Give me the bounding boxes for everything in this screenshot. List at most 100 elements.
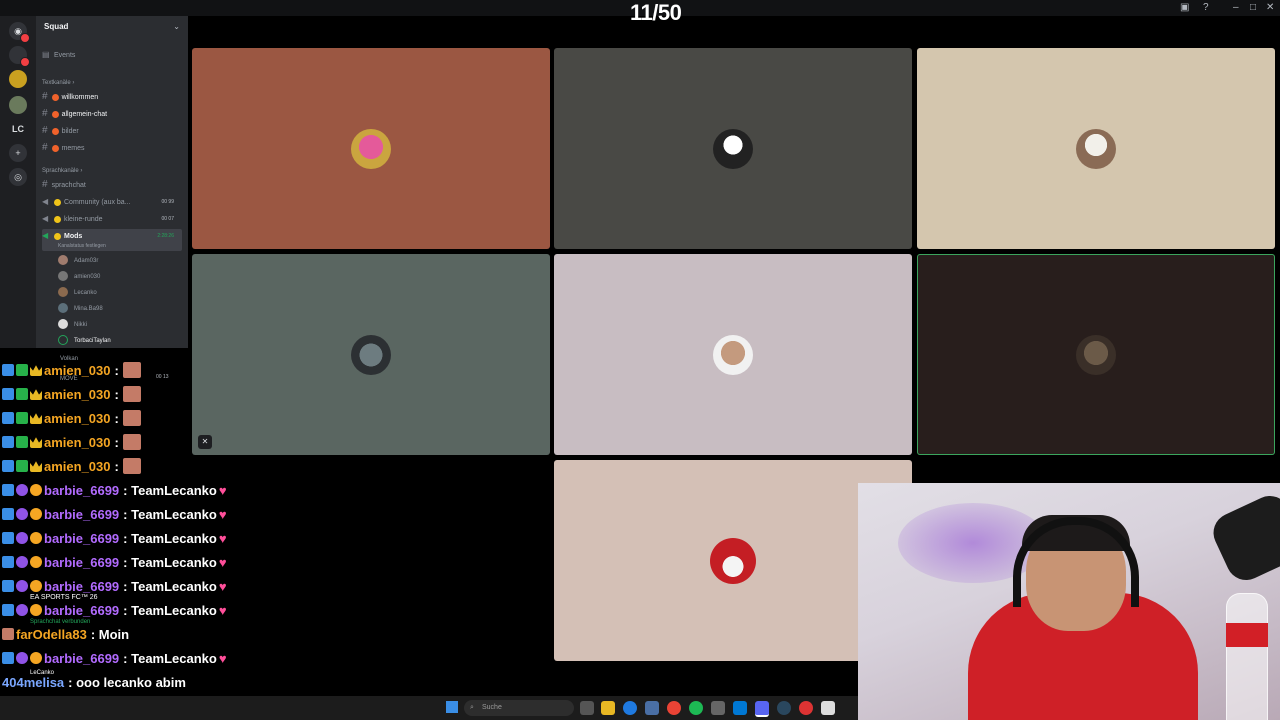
minimize-icon[interactable]: – bbox=[1233, 2, 1239, 13]
server-icon-squad[interactable] bbox=[9, 96, 27, 114]
discord-icon[interactable] bbox=[755, 701, 769, 717]
app-icon[interactable] bbox=[821, 701, 835, 715]
notification-badge bbox=[20, 33, 30, 43]
voice-member[interactable]: Nikki bbox=[58, 318, 87, 332]
screen-share-icon[interactable]: ▣ bbox=[1180, 2, 1189, 13]
app-icon[interactable] bbox=[711, 701, 725, 715]
badge-icon bbox=[30, 652, 42, 664]
taskbar-search[interactable]: ⌕ Suche bbox=[464, 700, 574, 716]
video-tile[interactable]: ✕ bbox=[192, 254, 550, 455]
heart-emote-icon: ♥ bbox=[218, 602, 227, 618]
task-view-icon[interactable] bbox=[580, 701, 594, 715]
channel-sidebar: Squad ⌄ ▤ Events Textkanäle › # willkommen… bbox=[36, 16, 188, 348]
voice-member[interactable]: Lecanko bbox=[58, 286, 97, 300]
voice-channel-community[interactable]: ◀ Community (aux ba... 00 99 bbox=[42, 195, 182, 209]
channel-allgemein-chat[interactable]: # allgemein-chat bbox=[42, 107, 107, 121]
badge-icon bbox=[2, 628, 14, 640]
chat-message: amien_030: bbox=[2, 407, 141, 429]
app-icon[interactable] bbox=[799, 701, 813, 715]
vpn-icon[interactable] bbox=[733, 701, 747, 715]
crown-icon bbox=[30, 461, 42, 472]
chat-username: barbie_6699 bbox=[44, 554, 120, 570]
voice-channel-kleine-runde[interactable]: ◀ kleine-runde 00 07 bbox=[42, 212, 182, 226]
badge-icon bbox=[16, 460, 28, 472]
chat-text: : bbox=[114, 386, 119, 402]
current-user[interactable]: LeCanko bbox=[30, 670, 54, 676]
chat-message: barbie_6699: TeamLecanko♥ bbox=[2, 503, 227, 525]
chat-text: : TeamLecanko bbox=[123, 530, 217, 546]
emote-icon bbox=[122, 386, 141, 402]
chat-message: amien_030: bbox=[2, 383, 141, 405]
badge-icon bbox=[2, 412, 14, 424]
avatar bbox=[58, 271, 68, 282]
video-tile[interactable] bbox=[554, 254, 912, 455]
maximize-icon[interactable]: □ bbox=[1250, 2, 1256, 13]
chat-message: barbie_6699: TeamLecanko♥ bbox=[2, 599, 227, 621]
server-rail: ◉ LC + ◎ bbox=[0, 16, 36, 348]
steam-icon[interactable] bbox=[777, 701, 791, 715]
chevron-down-icon[interactable]: ⌄ bbox=[173, 22, 180, 31]
crown-icon bbox=[30, 365, 42, 376]
speaker-icon: ◀ bbox=[42, 197, 49, 206]
close-icon[interactable]: ✕ bbox=[1266, 2, 1274, 13]
add-server-icon[interactable]: + bbox=[9, 144, 27, 162]
chrome-icon[interactable] bbox=[667, 701, 681, 715]
voice-member[interactable]: TorbaciTaylan bbox=[58, 334, 111, 348]
app-icon[interactable] bbox=[645, 701, 659, 715]
activity-game: EA SPORTS FC™ 26 bbox=[30, 594, 98, 601]
badge-icon bbox=[2, 460, 14, 472]
video-tile[interactable] bbox=[554, 48, 912, 249]
server-icon[interactable] bbox=[9, 46, 30, 67]
chat-text: : TeamLecanko bbox=[123, 602, 217, 618]
chat-text: : bbox=[114, 410, 119, 426]
participant-avatar bbox=[710, 537, 756, 584]
events-item[interactable]: ▤ Events bbox=[42, 48, 75, 62]
voice-channel-sprachchat[interactable]: # sprachchat bbox=[42, 178, 182, 192]
chat-message: farOdella83: Moin bbox=[2, 623, 129, 645]
channel-bilder[interactable]: # bilder bbox=[42, 124, 79, 138]
chat-message: amien_030: bbox=[2, 359, 141, 381]
server-icon-lc[interactable]: LC bbox=[9, 120, 27, 138]
video-tile[interactable] bbox=[917, 48, 1275, 249]
file-explorer-icon[interactable] bbox=[601, 701, 615, 715]
participant-avatar bbox=[713, 334, 753, 375]
discord-home-icon[interactable]: ◉ bbox=[9, 22, 30, 43]
emote-icon bbox=[122, 434, 141, 450]
spotify-icon[interactable] bbox=[689, 701, 703, 715]
voice-channel-mods[interactable]: ◀ Mods 2:28:26 Kanalstatus festlegen bbox=[42, 229, 182, 251]
edge-icon[interactable] bbox=[623, 701, 637, 715]
participant-avatar bbox=[1076, 128, 1116, 169]
discover-icon[interactable]: ◎ bbox=[9, 168, 27, 186]
video-tile[interactable] bbox=[192, 48, 550, 249]
chat-message: amien_030: bbox=[2, 431, 141, 453]
video-tile-speaking[interactable] bbox=[917, 254, 1275, 455]
channel-memes[interactable]: # memes bbox=[42, 141, 85, 155]
chat-username: amien_030 bbox=[44, 434, 111, 450]
category-text-channels[interactable]: Textkanäle › bbox=[42, 76, 74, 90]
crown-icon bbox=[30, 413, 42, 424]
chat-username: farOdella83 bbox=[16, 626, 87, 642]
category-voice-channels[interactable]: Sprachkanäle › bbox=[42, 164, 82, 178]
channel-status[interactable]: Kanalstatus festlegen bbox=[58, 239, 106, 253]
badge-icon bbox=[30, 556, 42, 568]
heart-emote-icon: ♥ bbox=[218, 554, 227, 570]
status-dot bbox=[51, 127, 59, 135]
help-icon[interactable]: ? bbox=[1203, 2, 1209, 13]
bottle bbox=[1226, 593, 1268, 720]
speaker-icon: ◀ bbox=[42, 214, 49, 223]
badge-icon bbox=[16, 388, 28, 400]
chat-message: barbie_6699: TeamLecanko♥ bbox=[2, 551, 227, 573]
chat-message: barbie_6699: TeamLecanko♥ bbox=[2, 647, 227, 669]
badge-icon bbox=[2, 556, 14, 568]
voice-member[interactable]: amien030 bbox=[58, 270, 100, 284]
chat-text: : bbox=[114, 362, 119, 378]
status-dot bbox=[51, 110, 59, 118]
chat-text: : Moin bbox=[90, 626, 130, 642]
server-name[interactable]: Squad bbox=[44, 22, 68, 31]
voice-member[interactable]: Mina.Ba98 bbox=[58, 302, 103, 316]
chat-message: barbie_6699: TeamLecanko♥ bbox=[2, 527, 227, 549]
channel-willkommen[interactable]: # willkommen bbox=[42, 90, 98, 104]
voice-member[interactable]: Adam03r bbox=[58, 254, 98, 268]
windows-start-icon[interactable] bbox=[446, 701, 458, 713]
server-icon[interactable] bbox=[9, 70, 27, 88]
